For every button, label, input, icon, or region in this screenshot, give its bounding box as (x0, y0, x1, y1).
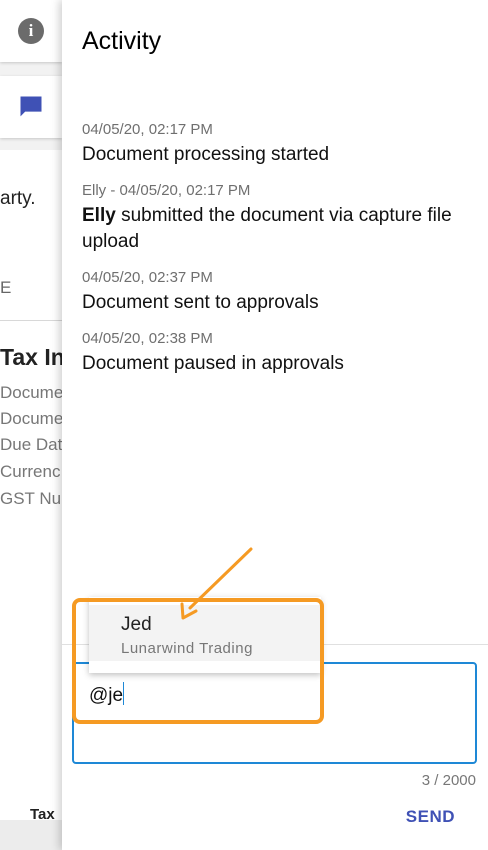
annotation-arrow-icon (180, 547, 253, 620)
